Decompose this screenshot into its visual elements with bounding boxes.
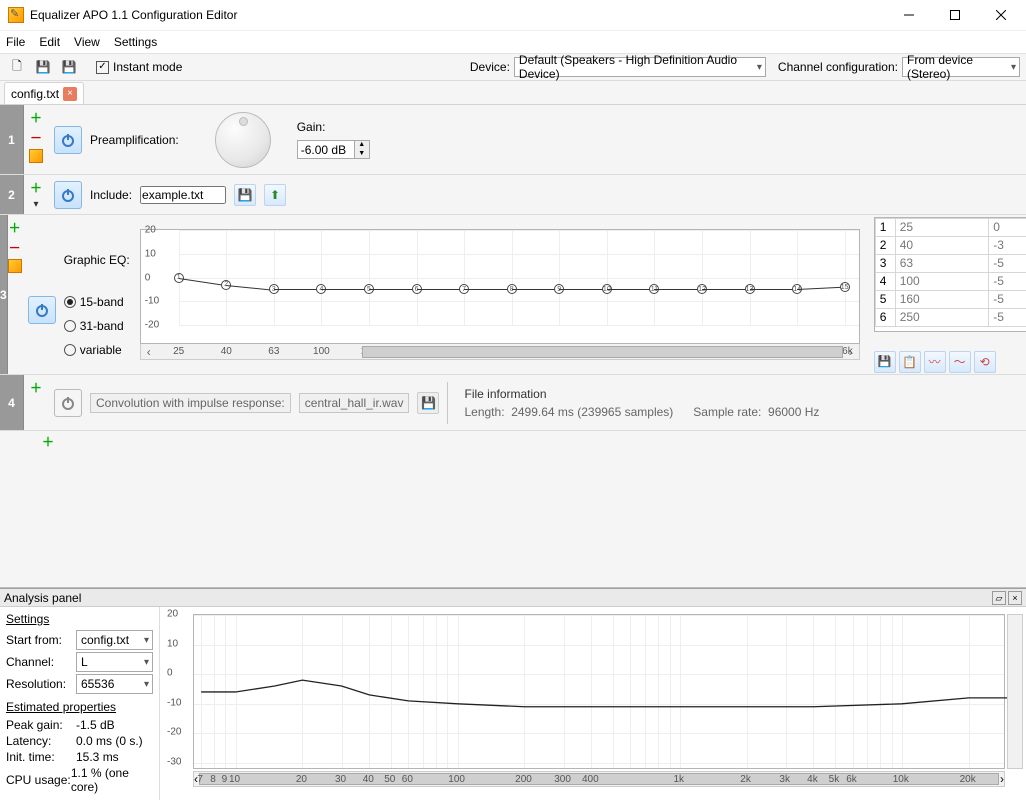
browse-file-button[interactable]: 💾 <box>417 392 439 414</box>
gain-label: Gain: <box>297 120 370 134</box>
row-number: 2 <box>0 175 24 214</box>
analysis-title: Analysis panel <box>4 591 81 605</box>
chan-cfg-select[interactable]: From device (Stereo) <box>902 57 1020 77</box>
save-button[interactable]: 💾 <box>32 56 54 78</box>
save-icon: 💾 <box>421 396 436 410</box>
add-row: ＋ <box>0 431 1026 451</box>
geq-invert-button[interactable]: 〰 <box>924 351 946 373</box>
go-up-button[interactable]: ⬆ <box>264 184 286 206</box>
resolution-select[interactable]: 65536 <box>76 674 153 694</box>
document-icon: 🗋 <box>12 57 22 78</box>
menubar: File Edit View Settings <box>0 31 1026 53</box>
row-include: 2 ＋ ▾ Include: 💾 ⬆ <box>0 175 1026 215</box>
new-button[interactable]: 🗋 <box>6 56 28 78</box>
close-tab-button[interactable]: × <box>63 87 77 101</box>
include-label: Include: <box>90 188 132 202</box>
app-icon <box>8 7 24 23</box>
check-icon <box>96 61 109 74</box>
titlebar: Equalizer APO 1.1 Configuration Editor <box>0 0 1026 31</box>
wave-icon: 〜 <box>954 353 966 370</box>
add-icon[interactable]: ＋ <box>30 179 42 196</box>
save-all-button[interactable]: 💾 <box>58 56 80 78</box>
edit-icon[interactable] <box>8 259 22 273</box>
minimize-button[interactable] <box>886 0 932 31</box>
remove-icon[interactable]: － <box>9 239 21 256</box>
toolbar: 🗋 💾 💾 Instant mode Device: Default (Spea… <box>0 53 1026 81</box>
tabstrip: config.txt × <box>0 81 1026 105</box>
row-number: 1 <box>0 105 24 174</box>
channel-select[interactable]: L <box>76 652 153 672</box>
analysis-panel: Analysis panel ▱ × Settings Start from:c… <box>0 588 1026 800</box>
close-button[interactable] <box>978 0 1024 31</box>
chevron-down-icon[interactable]: ▾ <box>33 199 38 210</box>
arrow-up-icon: ⬆ <box>270 188 280 202</box>
add-icon[interactable]: ＋ <box>30 379 42 396</box>
menu-file[interactable]: File <box>6 35 25 49</box>
add-icon[interactable]: ＋ <box>9 219 21 236</box>
row-preamp: 1 ＋ － Preamplification: Gain: ▲▼ <box>0 105 1026 175</box>
row-convolution: 4 ＋ Convolution with impulse response: c… <box>0 375 1026 431</box>
row-number: 3 <box>0 215 8 374</box>
add-icon[interactable]: ＋ <box>30 109 42 126</box>
row-geq: 3 ＋ － Graphic EQ: 15-band 31-band variab… <box>0 215 1026 375</box>
geq-normalize-button[interactable]: 〜 <box>949 351 971 373</box>
filter-rows: 1 ＋ － Preamplification: Gain: ▲▼ 2 ＋ ▾ I… <box>0 105 1026 588</box>
preamp-label: Preamplification: <box>90 133 179 147</box>
copy-icon: 📋 <box>902 355 917 369</box>
file-info: File information Length: 2499.64 ms (239… <box>447 382 819 424</box>
tab-config[interactable]: config.txt × <box>4 82 84 104</box>
geq-hscroll[interactable]: ‹› <box>140 344 860 360</box>
maximize-button[interactable] <box>932 0 978 31</box>
analysis-hscroll[interactable]: ‹› <box>193 771 1005 787</box>
window-title: Equalizer APO 1.1 Configuration Editor <box>30 8 886 22</box>
radio-31band[interactable]: 31-band <box>64 319 124 333</box>
gain-knob[interactable] <box>215 112 271 168</box>
reset-icon: ⟲ <box>980 355 990 369</box>
undock-button[interactable]: ▱ <box>992 591 1006 605</box>
chan-cfg-label: Channel configuration: <box>778 60 898 74</box>
power-toggle[interactable] <box>54 389 82 417</box>
menu-edit[interactable]: Edit <box>39 35 60 49</box>
save-icon: 💾 <box>878 355 892 368</box>
analysis-chart[interactable]: ‹› 20100-10-20-3078910203040506010020030… <box>163 610 1023 797</box>
conv-file: central_hall_ir.wav <box>299 393 410 413</box>
analysis-vscroll[interactable] <box>1007 614 1023 769</box>
geq-copy-button[interactable]: 📋 <box>899 351 921 373</box>
power-toggle[interactable] <box>28 296 56 324</box>
save-icon: 💾 <box>238 188 253 202</box>
gain-spinner[interactable]: ▲▼ <box>297 140 370 159</box>
edit-icon[interactable] <box>29 149 43 163</box>
row-number: 4 <box>0 375 24 430</box>
radio-variable[interactable]: variable <box>64 343 122 357</box>
radio-15band[interactable]: 15-band <box>64 295 124 309</box>
remove-icon[interactable]: － <box>30 129 42 146</box>
geq-reset-button[interactable]: ⟲ <box>974 351 996 373</box>
spin-down-icon[interactable]: ▼ <box>355 150 369 159</box>
geq-chart[interactable]: 20100-10-202540631001602504006301k1.6k2.… <box>140 229 860 344</box>
geq-label: Graphic EQ: <box>64 253 130 267</box>
start-from-select[interactable]: config.txt <box>76 630 153 650</box>
menu-settings[interactable]: Settings <box>114 35 157 49</box>
conv-label: Convolution with impulse response: <box>90 393 291 413</box>
save-icon: 💾 <box>36 60 51 74</box>
geq-save-button[interactable]: 💾 <box>874 351 896 373</box>
save-all-icon: 💾 <box>62 60 77 74</box>
device-label: Device: <box>470 60 510 74</box>
add-icon[interactable]: ＋ <box>42 433 54 450</box>
analysis-settings: Settings Start from:config.txt Channel:L… <box>0 607 160 800</box>
device-select[interactable]: Default (Speakers - High Definition Audi… <box>514 57 766 77</box>
close-panel-button[interactable]: × <box>1008 591 1022 605</box>
spin-up-icon[interactable]: ▲ <box>355 141 369 150</box>
geq-table[interactable]: 1250240-3363-54100-55160-56250-5 <box>874 217 1026 332</box>
menu-view[interactable]: View <box>74 35 100 49</box>
open-file-button[interactable]: 💾 <box>234 184 256 206</box>
wave-icon: 〰 <box>929 353 941 370</box>
power-toggle[interactable] <box>54 181 82 209</box>
power-toggle[interactable] <box>54 126 82 154</box>
gain-input[interactable] <box>297 140 355 159</box>
instant-mode-checkbox[interactable]: Instant mode <box>96 60 182 74</box>
include-file-input[interactable] <box>140 186 226 204</box>
